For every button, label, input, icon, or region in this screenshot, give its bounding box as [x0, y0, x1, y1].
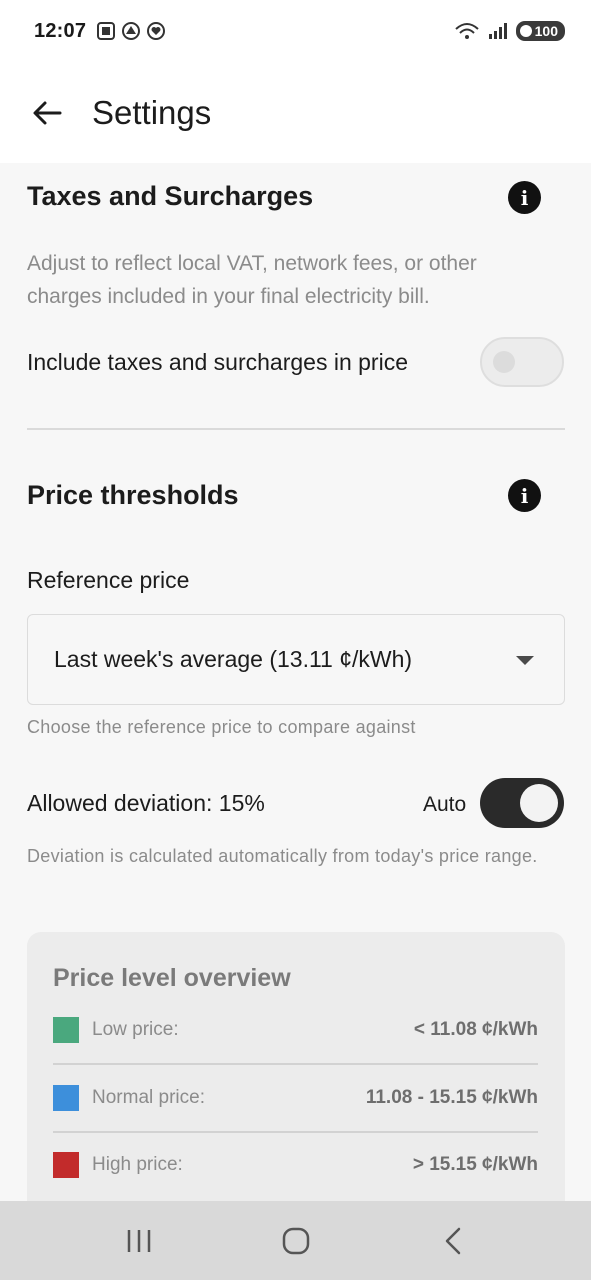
wifi-icon: [454, 23, 479, 39]
back-button[interactable]: [30, 96, 64, 130]
screenshot-icon: [97, 22, 116, 40]
info-icon[interactable]: i: [508, 181, 541, 214]
include-taxes-switch[interactable]: [480, 337, 564, 387]
overview-title: Price level overview: [53, 964, 291, 992]
status-bar: 12:07 100: [0, 0, 591, 62]
price-label: Normal price:: [92, 1087, 205, 1108]
deviation-helper: Deviation is calculated automatically fr…: [27, 846, 538, 866]
notification-icons: [96, 21, 166, 41]
nav-back-button[interactable]: [423, 1211, 483, 1271]
reference-price-dropdown[interactable]: Last week's average (13.11 ¢/kWh): [27, 614, 565, 705]
page-title: Settings: [92, 93, 212, 131]
home-button[interactable]: [266, 1211, 326, 1271]
switch-knob: [520, 784, 558, 822]
price-row-low: Low price: < 11.08 ¢/kWh: [53, 996, 538, 1064]
app-bar: Settings: [0, 62, 591, 163]
switch-knob: [493, 351, 515, 373]
system-icons: 100: [454, 21, 565, 41]
arrow-left-icon: [33, 101, 62, 124]
include-taxes-label: Include taxes and surcharges in price: [27, 349, 408, 375]
low-price-swatch: [53, 1017, 79, 1043]
chevron-left-icon: [445, 1227, 460, 1254]
price-value: < 11.08 ¢/kWh: [413, 1019, 538, 1040]
price-level-overview-card: Price level overview Low price: < 11.08 …: [27, 932, 565, 1201]
price-label: High price:: [92, 1154, 183, 1175]
recents-button[interactable]: [109, 1211, 169, 1271]
price-value: 11.08 - 15.15 ¢/kWh: [365, 1087, 538, 1108]
home-icon: [282, 1227, 309, 1254]
reference-price-label: Reference price: [27, 567, 190, 593]
dropdown-caret-icon: [516, 656, 534, 665]
system-navigation-bar: [0, 1201, 591, 1280]
taxes-section-title: Taxes and Surcharges: [27, 181, 314, 211]
recents-icon: [127, 1229, 150, 1252]
thresholds-section-title: Price thresholds: [27, 480, 239, 510]
auto-deviation-switch[interactable]: [480, 778, 564, 828]
signal-icon: [488, 23, 507, 39]
section-divider: [27, 428, 565, 430]
battery-saver-icon: [519, 25, 532, 37]
high-price-swatch: [53, 1152, 79, 1178]
price-value: > 15.15 ¢/kWh: [412, 1154, 538, 1175]
reference-price-value: Last week's average (13.11 ¢/kWh): [54, 646, 413, 672]
reference-price-helper: Choose the reference price to compare ag…: [27, 717, 416, 737]
app-notification-icon: [122, 22, 141, 40]
heart-badge-icon: [147, 22, 166, 40]
normal-price-swatch: [53, 1085, 79, 1111]
price-row-normal: Normal price: 11.08 - 15.15 ¢/kWh: [53, 1064, 538, 1132]
info-icon[interactable]: i: [508, 479, 541, 512]
taxes-description: Adjust to reflect local VAT, network fee…: [27, 252, 477, 308]
allowed-deviation-label: Allowed deviation: 15%: [27, 790, 265, 816]
battery-indicator: 100: [515, 21, 565, 41]
auto-label: Auto: [423, 793, 467, 816]
settings-content[interactable]: Taxes and Surcharges i Adjust to reflect…: [0, 163, 591, 1201]
price-label: Low price:: [92, 1019, 179, 1040]
battery-level: 100: [534, 23, 558, 39]
price-row-high: High price: > 15.15 ¢/kWh: [53, 1131, 538, 1199]
status-time: 12:07: [34, 19, 87, 42]
